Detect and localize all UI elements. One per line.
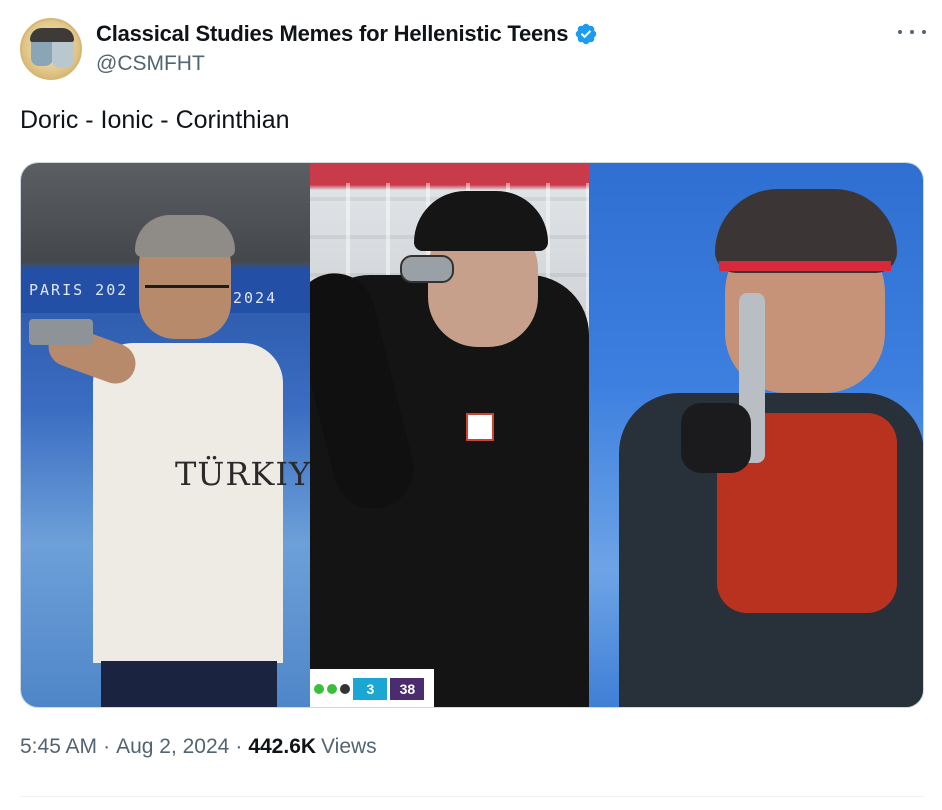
verified-badge-icon[interactable] xyxy=(574,22,598,46)
avatar[interactable] xyxy=(20,18,82,80)
shooter-glove xyxy=(680,403,751,473)
more-dot xyxy=(910,30,914,34)
banner-text-left: PARIS 202 xyxy=(29,281,129,299)
views-count: 442.6K xyxy=(248,735,317,758)
tweet-time[interactable]: 5:45 AM xyxy=(20,735,97,759)
shooter-glasses xyxy=(145,285,229,304)
pistol xyxy=(29,319,93,345)
score-dot xyxy=(340,684,351,694)
shooter-headband xyxy=(718,261,891,271)
score-dot xyxy=(327,684,338,694)
banner-text-right: 2024 xyxy=(233,289,278,307)
more-dot xyxy=(922,30,926,34)
divider xyxy=(20,796,924,797)
views-label: Views xyxy=(321,735,377,758)
tweet: Classical Studies Memes for Hellenistic … xyxy=(0,0,942,810)
tweet-date[interactable]: Aug 2, 2024 xyxy=(116,735,229,759)
jacket-logo xyxy=(466,413,495,441)
author-name-row: Classical Studies Memes for Hellenistic … xyxy=(96,20,598,48)
media-panel-ionic: 3 38 xyxy=(310,163,589,707)
meta-separator: · xyxy=(103,735,111,758)
tweet-meta: 5:45 AM · Aug 2, 2024 · 442.6K Views xyxy=(20,735,377,759)
score-value: 3 xyxy=(353,678,388,700)
shooting-sight xyxy=(400,255,455,283)
shooter-hair xyxy=(135,215,235,257)
author-display-name[interactable]: Classical Studies Memes for Hellenistic … xyxy=(96,21,569,47)
score-overlay: 3 38 xyxy=(310,669,435,707)
tweet-text: Doric - Ionic - Corinthian xyxy=(20,106,290,134)
score-total: 38 xyxy=(390,678,425,700)
score-dot xyxy=(314,684,325,694)
author-handle[interactable]: @CSMFHT xyxy=(96,52,205,76)
more-horizontal-icon[interactable] xyxy=(898,22,926,42)
shooter-shirt: TÜRKIYE xyxy=(93,343,310,663)
shirt-text: TÜRKIYE xyxy=(175,455,311,493)
meta-separator: · xyxy=(235,735,243,758)
media-panel-corinthian xyxy=(588,163,923,707)
tweet-media-image[interactable]: PARIS 202 2024 TÜRKIYE xyxy=(20,162,924,708)
media-panel-doric: PARIS 202 2024 TÜRKIYE xyxy=(21,163,311,707)
shooter-pants xyxy=(101,661,277,707)
more-dot xyxy=(898,30,902,34)
avatar-hair xyxy=(30,28,74,42)
